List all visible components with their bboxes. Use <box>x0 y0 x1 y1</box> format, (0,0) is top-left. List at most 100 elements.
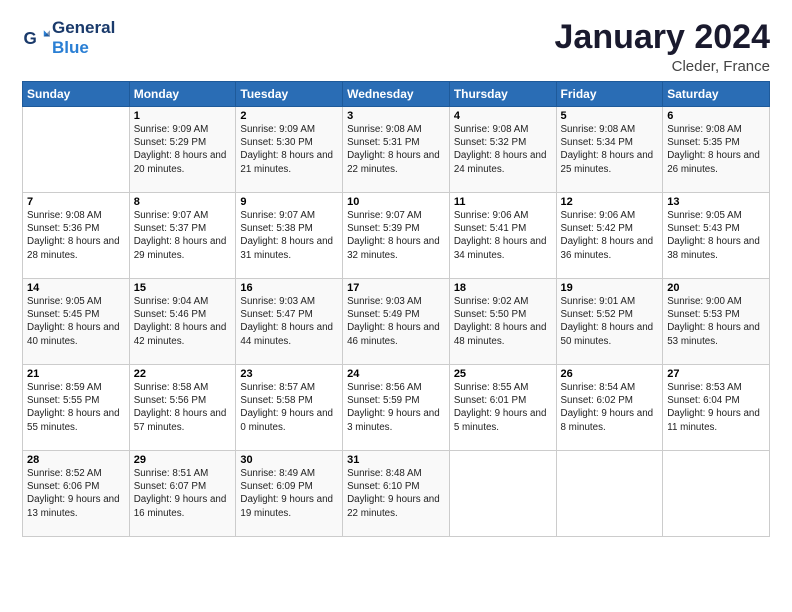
header-friday: Friday <box>556 82 663 107</box>
day-info: Sunrise: 9:09 AMSunset: 5:30 PMDaylight:… <box>240 123 338 176</box>
day-cell: 13 Sunrise: 9:05 AMSunset: 5:43 PMDaylig… <box>663 193 770 279</box>
day-info: Sunrise: 8:55 AMSunset: 6:01 PMDaylight:… <box>454 381 552 434</box>
day-info: Sunrise: 9:04 AMSunset: 5:46 PMDaylight:… <box>134 295 232 348</box>
header-sunday: Sunday <box>23 82 130 107</box>
day-cell: 24 Sunrise: 8:56 AMSunset: 5:59 PMDaylig… <box>343 365 450 451</box>
day-cell: 11 Sunrise: 9:06 AMSunset: 5:41 PMDaylig… <box>449 193 556 279</box>
day-info: Sunrise: 9:08 AMSunset: 5:35 PMDaylight:… <box>667 123 765 176</box>
day-info: Sunrise: 9:03 AMSunset: 5:47 PMDaylight:… <box>240 295 338 348</box>
header-monday: Monday <box>129 82 236 107</box>
week-row-1: 7 Sunrise: 9:08 AMSunset: 5:36 PMDayligh… <box>23 193 770 279</box>
day-info: Sunrise: 8:56 AMSunset: 5:59 PMDaylight:… <box>347 381 445 434</box>
day-info: Sunrise: 9:09 AMSunset: 5:29 PMDaylight:… <box>134 123 232 176</box>
day-info: Sunrise: 8:48 AMSunset: 6:10 PMDaylight:… <box>347 467 445 520</box>
day-number: 13 <box>667 196 765 208</box>
day-info: Sunrise: 8:54 AMSunset: 6:02 PMDaylight:… <box>561 381 659 434</box>
day-cell: 12 Sunrise: 9:06 AMSunset: 5:42 PMDaylig… <box>556 193 663 279</box>
day-cell: 27 Sunrise: 8:53 AMSunset: 6:04 PMDaylig… <box>663 365 770 451</box>
day-number: 28 <box>27 454 125 466</box>
week-row-0: 1 Sunrise: 9:09 AMSunset: 5:29 PMDayligh… <box>23 107 770 193</box>
calendar-title: January 2024 <box>555 18 771 57</box>
day-cell <box>449 451 556 537</box>
header-wednesday: Wednesday <box>343 82 450 107</box>
logo: G General Blue <box>22 18 115 57</box>
day-cell: 23 Sunrise: 8:57 AMSunset: 5:58 PMDaylig… <box>236 365 343 451</box>
day-cell: 6 Sunrise: 9:08 AMSunset: 5:35 PMDayligh… <box>663 107 770 193</box>
day-cell: 16 Sunrise: 9:03 AMSunset: 5:47 PMDaylig… <box>236 279 343 365</box>
day-info: Sunrise: 9:06 AMSunset: 5:41 PMDaylight:… <box>454 209 552 262</box>
day-cell: 14 Sunrise: 9:05 AMSunset: 5:45 PMDaylig… <box>23 279 130 365</box>
day-number: 10 <box>347 196 445 208</box>
day-cell: 3 Sunrise: 9:08 AMSunset: 5:31 PMDayligh… <box>343 107 450 193</box>
day-cell: 15 Sunrise: 9:04 AMSunset: 5:46 PMDaylig… <box>129 279 236 365</box>
day-cell: 29 Sunrise: 8:51 AMSunset: 6:07 PMDaylig… <box>129 451 236 537</box>
day-cell: 7 Sunrise: 9:08 AMSunset: 5:36 PMDayligh… <box>23 193 130 279</box>
day-number: 29 <box>134 454 232 466</box>
day-cell: 10 Sunrise: 9:07 AMSunset: 5:39 PMDaylig… <box>343 193 450 279</box>
day-info: Sunrise: 9:07 AMSunset: 5:38 PMDaylight:… <box>240 209 338 262</box>
day-info: Sunrise: 8:49 AMSunset: 6:09 PMDaylight:… <box>240 467 338 520</box>
day-cell: 30 Sunrise: 8:49 AMSunset: 6:09 PMDaylig… <box>236 451 343 537</box>
svg-text:G: G <box>24 29 37 48</box>
day-cell: 20 Sunrise: 9:00 AMSunset: 5:53 PMDaylig… <box>663 279 770 365</box>
day-number: 21 <box>27 368 125 380</box>
day-number: 18 <box>454 282 552 294</box>
day-cell: 2 Sunrise: 9:09 AMSunset: 5:30 PMDayligh… <box>236 107 343 193</box>
day-number: 20 <box>667 282 765 294</box>
day-info: Sunrise: 9:07 AMSunset: 5:39 PMDaylight:… <box>347 209 445 262</box>
day-number: 4 <box>454 110 552 122</box>
day-number: 27 <box>667 368 765 380</box>
day-cell: 5 Sunrise: 9:08 AMSunset: 5:34 PMDayligh… <box>556 107 663 193</box>
day-cell: 8 Sunrise: 9:07 AMSunset: 5:37 PMDayligh… <box>129 193 236 279</box>
day-info: Sunrise: 9:07 AMSunset: 5:37 PMDaylight:… <box>134 209 232 262</box>
title-block: January 2024 Cleder, France <box>555 18 771 75</box>
day-number: 8 <box>134 196 232 208</box>
day-info: Sunrise: 9:03 AMSunset: 5:49 PMDaylight:… <box>347 295 445 348</box>
day-number: 25 <box>454 368 552 380</box>
calendar-header-row: SundayMondayTuesdayWednesdayThursdayFrid… <box>23 82 770 107</box>
day-number: 9 <box>240 196 338 208</box>
header-saturday: Saturday <box>663 82 770 107</box>
calendar-page: G General Blue January 2024 Cleder, Fran… <box>0 0 792 612</box>
day-info: Sunrise: 9:08 AMSunset: 5:36 PMDaylight:… <box>27 209 125 262</box>
calendar-table: SundayMondayTuesdayWednesdayThursdayFrid… <box>22 81 770 537</box>
day-number: 3 <box>347 110 445 122</box>
day-number: 12 <box>561 196 659 208</box>
day-cell <box>23 107 130 193</box>
day-info: Sunrise: 8:58 AMSunset: 5:56 PMDaylight:… <box>134 381 232 434</box>
logo-text: General Blue <box>52 18 115 57</box>
day-number: 26 <box>561 368 659 380</box>
day-cell: 21 Sunrise: 8:59 AMSunset: 5:55 PMDaylig… <box>23 365 130 451</box>
day-number: 22 <box>134 368 232 380</box>
day-cell: 25 Sunrise: 8:55 AMSunset: 6:01 PMDaylig… <box>449 365 556 451</box>
day-info: Sunrise: 8:53 AMSunset: 6:04 PMDaylight:… <box>667 381 765 434</box>
day-cell: 31 Sunrise: 8:48 AMSunset: 6:10 PMDaylig… <box>343 451 450 537</box>
logo-icon: G <box>22 24 50 52</box>
day-cell: 18 Sunrise: 9:02 AMSunset: 5:50 PMDaylig… <box>449 279 556 365</box>
day-number: 17 <box>347 282 445 294</box>
day-number: 24 <box>347 368 445 380</box>
day-number: 23 <box>240 368 338 380</box>
day-info: Sunrise: 9:02 AMSunset: 5:50 PMDaylight:… <box>454 295 552 348</box>
day-number: 7 <box>27 196 125 208</box>
day-cell: 28 Sunrise: 8:52 AMSunset: 6:06 PMDaylig… <box>23 451 130 537</box>
day-info: Sunrise: 8:52 AMSunset: 6:06 PMDaylight:… <box>27 467 125 520</box>
week-row-2: 14 Sunrise: 9:05 AMSunset: 5:45 PMDaylig… <box>23 279 770 365</box>
day-info: Sunrise: 9:05 AMSunset: 5:45 PMDaylight:… <box>27 295 125 348</box>
header-tuesday: Tuesday <box>236 82 343 107</box>
day-number: 19 <box>561 282 659 294</box>
day-info: Sunrise: 8:57 AMSunset: 5:58 PMDaylight:… <box>240 381 338 434</box>
day-number: 1 <box>134 110 232 122</box>
day-info: Sunrise: 9:01 AMSunset: 5:52 PMDaylight:… <box>561 295 659 348</box>
header-thursday: Thursday <box>449 82 556 107</box>
day-info: Sunrise: 9:00 AMSunset: 5:53 PMDaylight:… <box>667 295 765 348</box>
day-cell: 22 Sunrise: 8:58 AMSunset: 5:56 PMDaylig… <box>129 365 236 451</box>
day-number: 11 <box>454 196 552 208</box>
day-number: 2 <box>240 110 338 122</box>
day-info: Sunrise: 9:08 AMSunset: 5:32 PMDaylight:… <box>454 123 552 176</box>
week-row-4: 28 Sunrise: 8:52 AMSunset: 6:06 PMDaylig… <box>23 451 770 537</box>
day-number: 16 <box>240 282 338 294</box>
day-cell: 17 Sunrise: 9:03 AMSunset: 5:49 PMDaylig… <box>343 279 450 365</box>
day-number: 6 <box>667 110 765 122</box>
calendar-subtitle: Cleder, France <box>555 58 771 75</box>
